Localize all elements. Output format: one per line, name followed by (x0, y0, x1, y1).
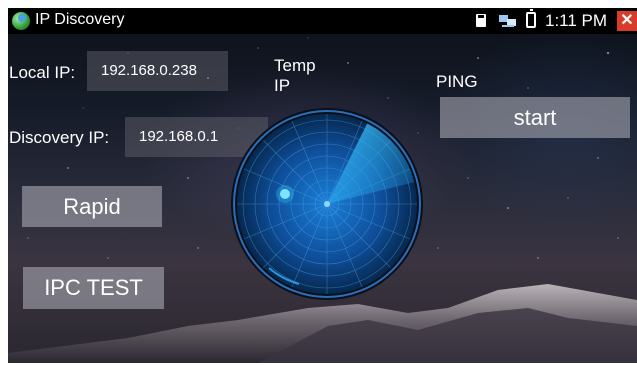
start-button[interactable]: start (440, 97, 630, 138)
rapid-button[interactable]: Rapid (22, 186, 162, 227)
rapid-button-label: Rapid (63, 194, 121, 219)
discovery-ip-label: Discovery IP: (9, 128, 110, 147)
sd-card-icon (476, 14, 486, 27)
close-icon: ✕ (620, 12, 634, 29)
clock: 1:11 PM (545, 11, 608, 30)
app-screen: IP Discovery 1:11 PM ✕ Local IP: 192.168… (8, 8, 637, 363)
ipc-test-button-label: IPC TEST (44, 275, 143, 300)
local-ip-label: Local IP: (9, 63, 76, 82)
discovery-ip-value: 192.168.0.1 (139, 128, 219, 145)
close-button[interactable]: ✕ (617, 11, 637, 31)
temp-ip-label: Temp IP (274, 56, 316, 95)
local-ip-field[interactable]: 192.168.0.238 (87, 51, 228, 91)
ipc-test-button[interactable]: IPC TEST (23, 267, 164, 309)
local-ip-value: 192.168.0.238 (101, 62, 197, 79)
ping-label: PING (436, 72, 478, 91)
app-icon (12, 12, 30, 30)
radar-scanner (231, 108, 423, 300)
network-icon (499, 15, 516, 27)
status-bar: IP Discovery 1:11 PM ✕ (8, 8, 637, 34)
app-title: IP Discovery (35, 11, 125, 28)
battery-icon (526, 9, 536, 28)
start-button-label: start (513, 105, 557, 130)
